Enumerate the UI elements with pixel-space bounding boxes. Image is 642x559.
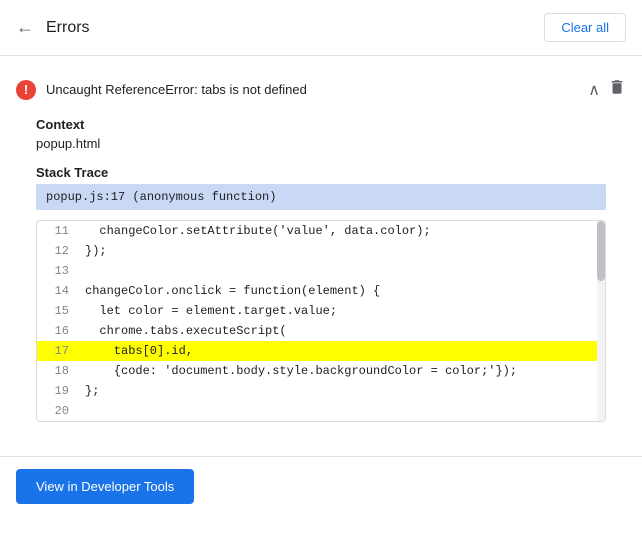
main-content: ! Uncaught ReferenceError: tabs is not d… <box>0 56 642 532</box>
line-number: 20 <box>37 403 77 419</box>
header-left: ← Errors <box>16 17 90 38</box>
clear-all-button[interactable]: Clear all <box>544 13 626 42</box>
line-code: {code: 'document.body.style.backgroundCo… <box>77 363 525 379</box>
error-message: Uncaught ReferenceError: tabs is not def… <box>46 82 307 97</box>
error-icon: ! <box>16 80 36 100</box>
error-details: Context popup.html Stack Trace popup.js:… <box>16 101 626 446</box>
code-line: 13 <box>37 261 605 281</box>
page-header: ← Errors Clear all <box>0 0 642 56</box>
error-item: ! Uncaught ReferenceError: tabs is not d… <box>0 68 642 457</box>
code-block: 11 changeColor.setAttribute('value', dat… <box>36 220 606 422</box>
error-header-row: ! Uncaught ReferenceError: tabs is not d… <box>16 78 626 101</box>
line-code: let color = element.target.value; <box>77 303 345 319</box>
scrollbar-track <box>597 221 605 421</box>
code-block-inner[interactable]: 11 changeColor.setAttribute('value', dat… <box>37 221 605 421</box>
delete-icon[interactable] <box>608 78 626 101</box>
stack-trace-label: Stack Trace <box>36 165 606 180</box>
code-line: 15 let color = element.target.value; <box>37 301 605 321</box>
back-icon[interactable]: ← <box>16 17 34 38</box>
line-number: 14 <box>37 283 77 299</box>
code-line: 20 <box>37 401 605 421</box>
line-number: 12 <box>37 243 77 259</box>
line-number: 16 <box>37 323 77 339</box>
scrollbar-thumb <box>597 221 605 281</box>
line-number: 18 <box>37 363 77 379</box>
stack-trace-line: popup.js:17 (anonymous function) <box>36 184 606 210</box>
line-code: }; <box>77 383 107 399</box>
footer: View in Developer Tools <box>0 457 642 520</box>
context-value: popup.html <box>36 136 606 151</box>
error-actions: ∧ <box>588 78 626 101</box>
line-code: tabs[0].id, <box>77 343 201 359</box>
page-title: Errors <box>46 19 90 37</box>
line-code <box>77 403 93 405</box>
error-left: ! Uncaught ReferenceError: tabs is not d… <box>16 80 588 100</box>
line-number: 13 <box>37 263 77 279</box>
code-line: 11 changeColor.setAttribute('value', dat… <box>37 221 605 241</box>
code-line: 17 tabs[0].id, <box>37 341 605 361</box>
code-line: 18 {code: 'document.body.style.backgroun… <box>37 361 605 381</box>
code-line: 16 chrome.tabs.executeScript( <box>37 321 605 341</box>
code-line: 14changeColor.onclick = function(element… <box>37 281 605 301</box>
line-number: 11 <box>37 223 77 239</box>
line-code: changeColor.setAttribute('value', data.c… <box>77 223 439 239</box>
line-number: 17 <box>37 343 77 359</box>
line-code <box>77 263 93 265</box>
line-code: changeColor.onclick = function(element) … <box>77 283 388 299</box>
line-code: chrome.tabs.executeScript( <box>77 323 295 339</box>
line-number: 15 <box>37 303 77 319</box>
collapse-icon[interactable]: ∧ <box>588 80 600 100</box>
dev-tools-button[interactable]: View in Developer Tools <box>16 469 194 504</box>
line-code: }); <box>77 243 115 259</box>
code-line: 12}); <box>37 241 605 261</box>
line-number: 19 <box>37 383 77 399</box>
code-line: 19}; <box>37 381 605 401</box>
context-label: Context <box>36 117 606 132</box>
